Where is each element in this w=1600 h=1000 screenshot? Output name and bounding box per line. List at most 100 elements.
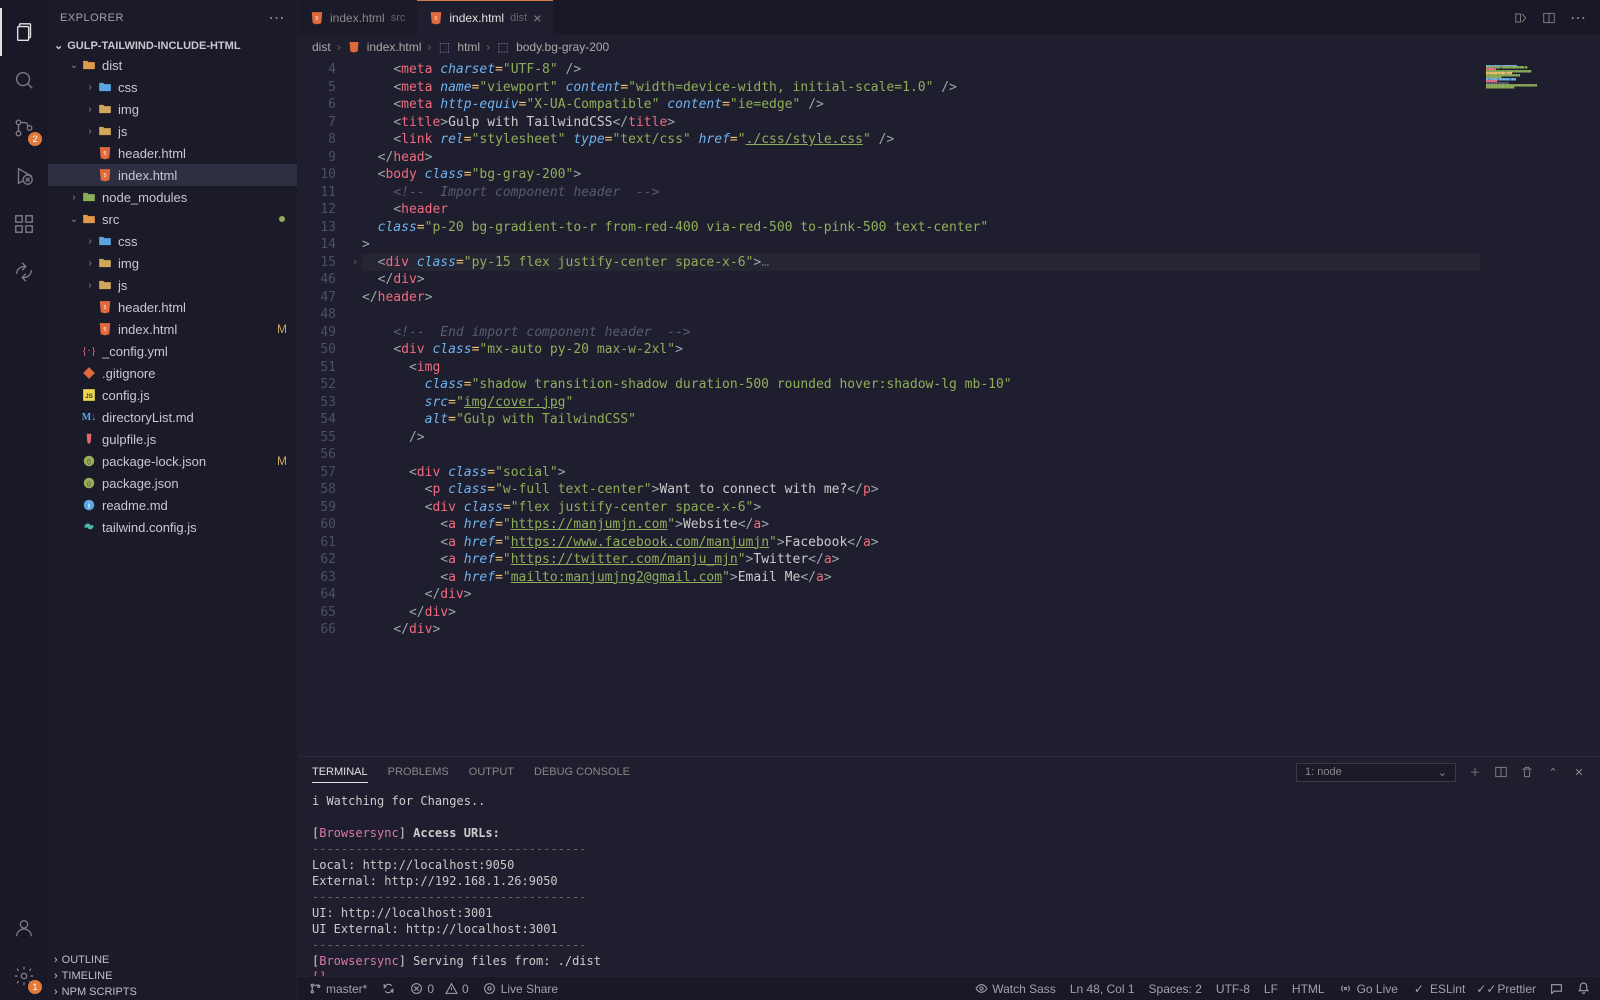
- tree-item[interactable]: tailwind.config.js: [48, 516, 297, 538]
- tree-label: _config.yml: [102, 344, 297, 359]
- tree-item[interactable]: ›img: [48, 252, 297, 274]
- tree-item[interactable]: ⌄src: [48, 208, 297, 230]
- split-icon[interactable]: [1542, 11, 1556, 25]
- chevron-right-icon: ›: [84, 104, 96, 115]
- tree-item[interactable]: gulpfile.js: [48, 428, 297, 450]
- folder-icon: [96, 256, 114, 270]
- watchsass-item[interactable]: Watch Sass: [974, 982, 1056, 996]
- cursor-pos[interactable]: Ln 48, Col 1: [1070, 982, 1135, 996]
- eslint-item[interactable]: ✓ESLint: [1412, 982, 1465, 996]
- tree-item[interactable]: ›img: [48, 98, 297, 120]
- tree-item[interactable]: JSconfig.js: [48, 384, 297, 406]
- chevron-right-icon: ›: [54, 970, 58, 982]
- html-file-icon: [347, 40, 361, 54]
- panel-tab[interactable]: TERMINAL: [312, 762, 368, 783]
- lang-item[interactable]: HTML: [1292, 982, 1325, 996]
- scm-badge: 2: [28, 132, 42, 146]
- tree-item[interactable]: 5header.html: [48, 142, 297, 164]
- trash-icon[interactable]: [1520, 765, 1534, 779]
- crumb-1[interactable]: dist: [312, 40, 331, 54]
- crumb-4[interactable]: body.bg-gray-200: [516, 40, 609, 54]
- tree-item[interactable]: 5header.html: [48, 296, 297, 318]
- project-header[interactable]: ⌄ GULP-TAILWIND-INCLUDE-HTML: [48, 37, 297, 54]
- maximize-icon[interactable]: ⌃: [1546, 765, 1560, 779]
- account-icon[interactable]: [0, 904, 48, 952]
- tree-item[interactable]: ›css: [48, 76, 297, 98]
- terminal-dropdown[interactable]: 1: node ⌄: [1296, 763, 1456, 782]
- branch-item[interactable]: master*: [308, 982, 367, 996]
- tree-item[interactable]: ›js: [48, 120, 297, 142]
- breadcrumb[interactable]: dist› index.html› ⬚ html› ⬚ body.bg-gray…: [298, 35, 1600, 59]
- search-icon[interactable]: [0, 56, 48, 104]
- problems-item[interactable]: 0 0: [409, 982, 468, 996]
- panel-tab[interactable]: PROBLEMS: [388, 762, 449, 783]
- split-terminal-icon[interactable]: [1494, 765, 1508, 779]
- pos-label: Ln 48, Col 1: [1070, 982, 1135, 996]
- html-icon: 5: [96, 168, 114, 182]
- share-icon[interactable]: [0, 248, 48, 296]
- tree-item[interactable]: ireadme.md: [48, 494, 297, 516]
- tree-item[interactable]: ›css: [48, 230, 297, 252]
- warning-count: 0: [462, 982, 469, 996]
- code-area[interactable]: <meta charset="UTF-8" /> <meta name="vie…: [362, 59, 1480, 756]
- tab-more-icon[interactable]: ⋯: [1570, 8, 1586, 28]
- source-control-icon[interactable]: 2: [0, 104, 48, 152]
- tree-item[interactable]: ›js: [48, 274, 297, 296]
- tree-item[interactable]: {}package.json: [48, 472, 297, 494]
- chevron-down-icon: ⌄: [1438, 766, 1447, 779]
- settings-icon[interactable]: 1: [0, 952, 48, 1000]
- editor[interactable]: 4567891011121314154647484950515253545556…: [298, 59, 1600, 756]
- prettier-item[interactable]: ✓✓Prettier: [1479, 982, 1536, 996]
- tree-item[interactable]: .gitignore: [48, 362, 297, 384]
- feedback-icon[interactable]: [1550, 982, 1563, 995]
- editor-tab[interactable]: 5index.htmldist×: [417, 0, 553, 35]
- tree-item[interactable]: {·}_config.yml: [48, 340, 297, 362]
- explorer-icon[interactable]: [0, 8, 48, 56]
- encoding-item[interactable]: UTF-8: [1216, 982, 1250, 996]
- git-status: M: [277, 322, 297, 336]
- tree-item[interactable]: 5index.htmlM: [48, 318, 297, 340]
- tree-item[interactable]: ⌄dist: [48, 54, 297, 76]
- tree-label: css: [118, 80, 297, 95]
- tree-item[interactable]: {}package-lock.jsonM: [48, 450, 297, 472]
- bell-icon[interactable]: [1577, 982, 1590, 995]
- eol-item[interactable]: LF: [1264, 982, 1278, 996]
- debug-icon[interactable]: [0, 152, 48, 200]
- warning-icon: [444, 982, 458, 996]
- terminal-output[interactable]: i Watching for Changes.. [Browsersync] A…: [298, 787, 1600, 976]
- outline-section[interactable]: ›NPM SCRIPTS: [48, 984, 297, 1000]
- html-icon: 5: [96, 146, 114, 160]
- golive-item[interactable]: Go Live: [1339, 982, 1398, 996]
- more-icon[interactable]: ⋯: [269, 8, 286, 28]
- close-panel-icon[interactable]: ✕: [1572, 765, 1586, 779]
- panel-tab[interactable]: DEBUG CONSOLE: [534, 762, 630, 783]
- compare-icon[interactable]: [1514, 11, 1528, 25]
- panel-tab[interactable]: OUTPUT: [469, 762, 514, 783]
- fold-icon[interactable]: ›: [352, 257, 358, 268]
- tree-item[interactable]: M↓directoryList.md: [48, 406, 297, 428]
- crumb-3[interactable]: html: [457, 40, 480, 54]
- outline-section[interactable]: ›TIMELINE: [48, 968, 297, 984]
- editor-tab[interactable]: 5index.htmlsrc: [298, 0, 417, 35]
- tree-item[interactable]: ›node_modules: [48, 186, 297, 208]
- outline-section[interactable]: ›OUTLINE: [48, 952, 297, 968]
- eslint-label: ESLint: [1430, 982, 1465, 996]
- explorer-label: EXPLORER: [60, 12, 124, 24]
- svg-text:5: 5: [316, 15, 319, 21]
- extensions-icon[interactable]: [0, 200, 48, 248]
- chevron-right-icon: ›: [54, 986, 58, 998]
- minimap[interactable]: ████ ███████ ██████████ ██████ ████ ████…: [1480, 59, 1600, 756]
- sync-item[interactable]: [381, 982, 395, 996]
- tree-item[interactable]: 5index.html: [48, 164, 297, 186]
- spaces-item[interactable]: Spaces: 2: [1149, 982, 1202, 996]
- spaces-label: Spaces: 2: [1149, 982, 1202, 996]
- json-icon: {}: [80, 476, 98, 490]
- liveshare-item[interactable]: Live Share: [483, 982, 558, 996]
- svg-text:5: 5: [104, 305, 107, 311]
- tab-sublabel: src: [391, 12, 406, 24]
- svg-text:{}: {}: [87, 459, 91, 465]
- new-terminal-icon[interactable]: ＋: [1468, 765, 1482, 779]
- close-icon[interactable]: ×: [533, 10, 541, 26]
- js-icon: JS: [80, 388, 98, 402]
- crumb-2[interactable]: index.html: [367, 40, 422, 54]
